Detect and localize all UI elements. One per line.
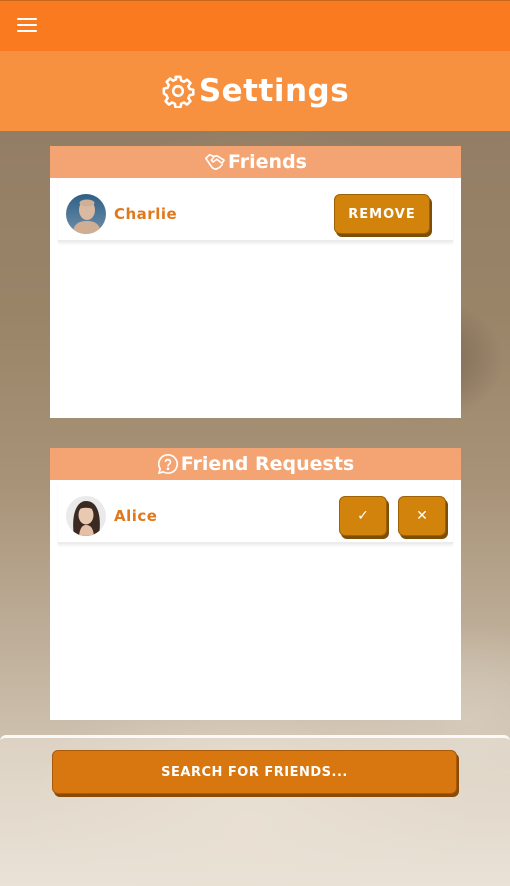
friend-row: Charlie REMOVE <box>58 178 453 242</box>
close-icon: ✕ <box>416 508 428 524</box>
requests-panel-header: Friend Requests <box>50 448 461 480</box>
friends-panel: Friends Charlie REMOVE <box>50 146 461 418</box>
requests-panel-title: Friend Requests <box>180 453 355 475</box>
friends-panel-header: Friends <box>50 146 461 178</box>
friend-name: Charlie <box>114 205 178 223</box>
accept-request-button[interactable]: ✓ <box>339 496 387 536</box>
requester-name: Alice <box>114 507 158 525</box>
question-chat-icon <box>157 454 178 474</box>
avatar-charlie <box>66 194 106 234</box>
top-bar <box>0 0 510 51</box>
hamburger-menu-icon[interactable] <box>17 18 37 34</box>
page-title: Settings <box>198 73 350 109</box>
page-header: Settings <box>0 51 510 131</box>
friend-requests-panel: Friend Requests Alice ✓ ✕ <box>50 448 461 720</box>
request-row: Alice ✓ ✕ <box>58 480 453 544</box>
handshake-icon <box>205 153 225 171</box>
gear-icon <box>162 75 195 108</box>
search-friends-button[interactable]: SEARCH FOR FRIENDS... <box>52 750 457 794</box>
decline-request-button[interactable]: ✕ <box>398 496 446 536</box>
checkmark-icon: ✓ <box>357 508 369 524</box>
friends-panel-title: Friends <box>228 151 307 173</box>
remove-friend-button[interactable]: REMOVE <box>334 194 430 234</box>
avatar-alice <box>66 496 106 536</box>
